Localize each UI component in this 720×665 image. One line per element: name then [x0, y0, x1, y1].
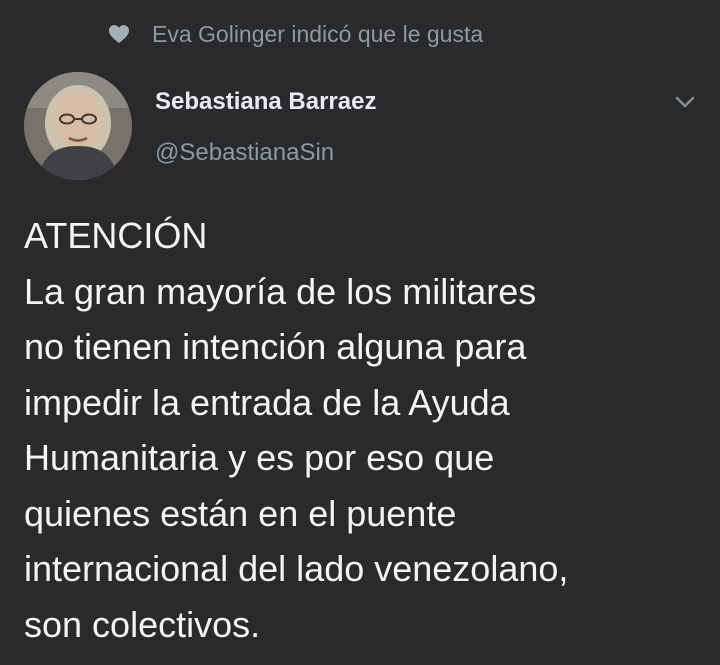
- tweet-body: ATENCIÓN La gran mayoría de los militare…: [24, 215, 569, 645]
- activity-context: Eva Golinger indicó que le gusta: [108, 14, 483, 54]
- author-handle[interactable]: @SebastianaSin: [155, 139, 334, 167]
- avatar-image: [24, 72, 132, 180]
- avatar[interactable]: [24, 72, 132, 180]
- liked-by-text[interactable]: Eva Golinger indicó que le gusta: [152, 21, 483, 48]
- chevron-down-icon[interactable]: [673, 92, 697, 112]
- heart-icon: [109, 25, 129, 44]
- author-name[interactable]: Sebastiana Barraez: [155, 88, 376, 116]
